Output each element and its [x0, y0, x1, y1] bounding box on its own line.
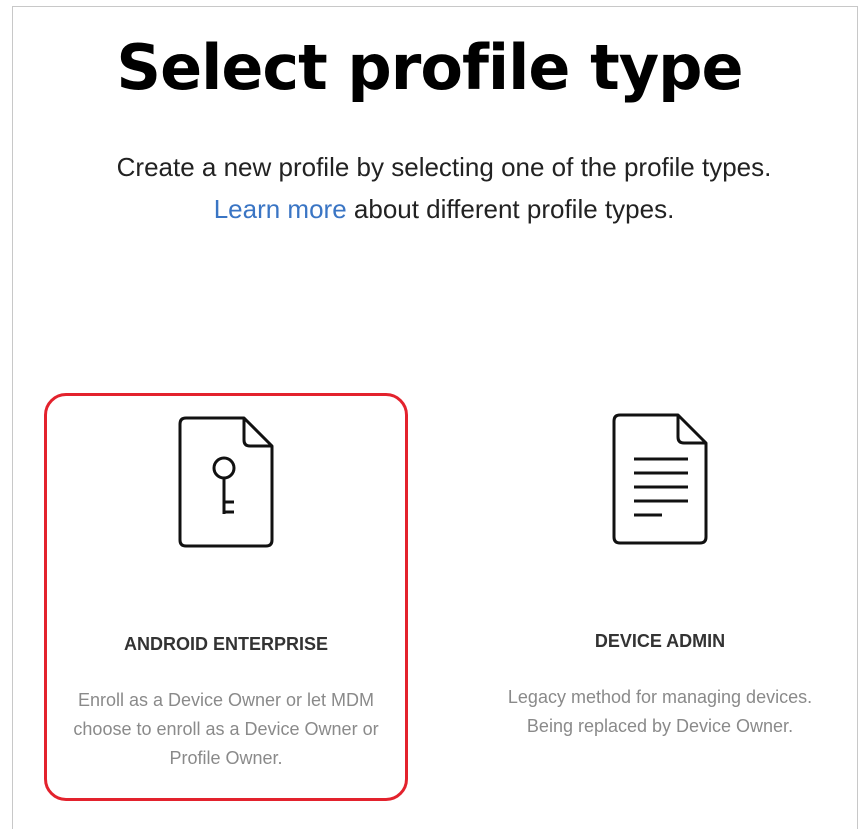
card-description: Legacy method for managing devices. Bein…: [507, 687, 813, 736]
android-enterprise-card[interactable]: ANDROID ENTERPRISE Enroll as a Device Ow…: [44, 393, 408, 801]
device-admin-card[interactable]: DEVICE ADMIN Legacy method for managing …: [478, 393, 842, 801]
card-title: ANDROID ENTERPRISE: [123, 634, 329, 654]
card-description: Enroll as a Device Owner or let MDM choo…: [73, 690, 379, 768]
document-lines-icon: [612, 413, 708, 545]
document-key-icon: [178, 416, 274, 548]
page-title: Select profile type: [116, 31, 743, 104]
subtitle-text-rest: about different profile types.: [346, 194, 675, 224]
card-title: DEVICE ADMIN: [594, 631, 726, 651]
subtitle-text: Create a new profile by selecting one of…: [116, 152, 772, 182]
page-subtitle: Create a new profile by selecting one of…: [0, 146, 859, 230]
learn-more-link[interactable]: Learn more: [214, 194, 347, 224]
